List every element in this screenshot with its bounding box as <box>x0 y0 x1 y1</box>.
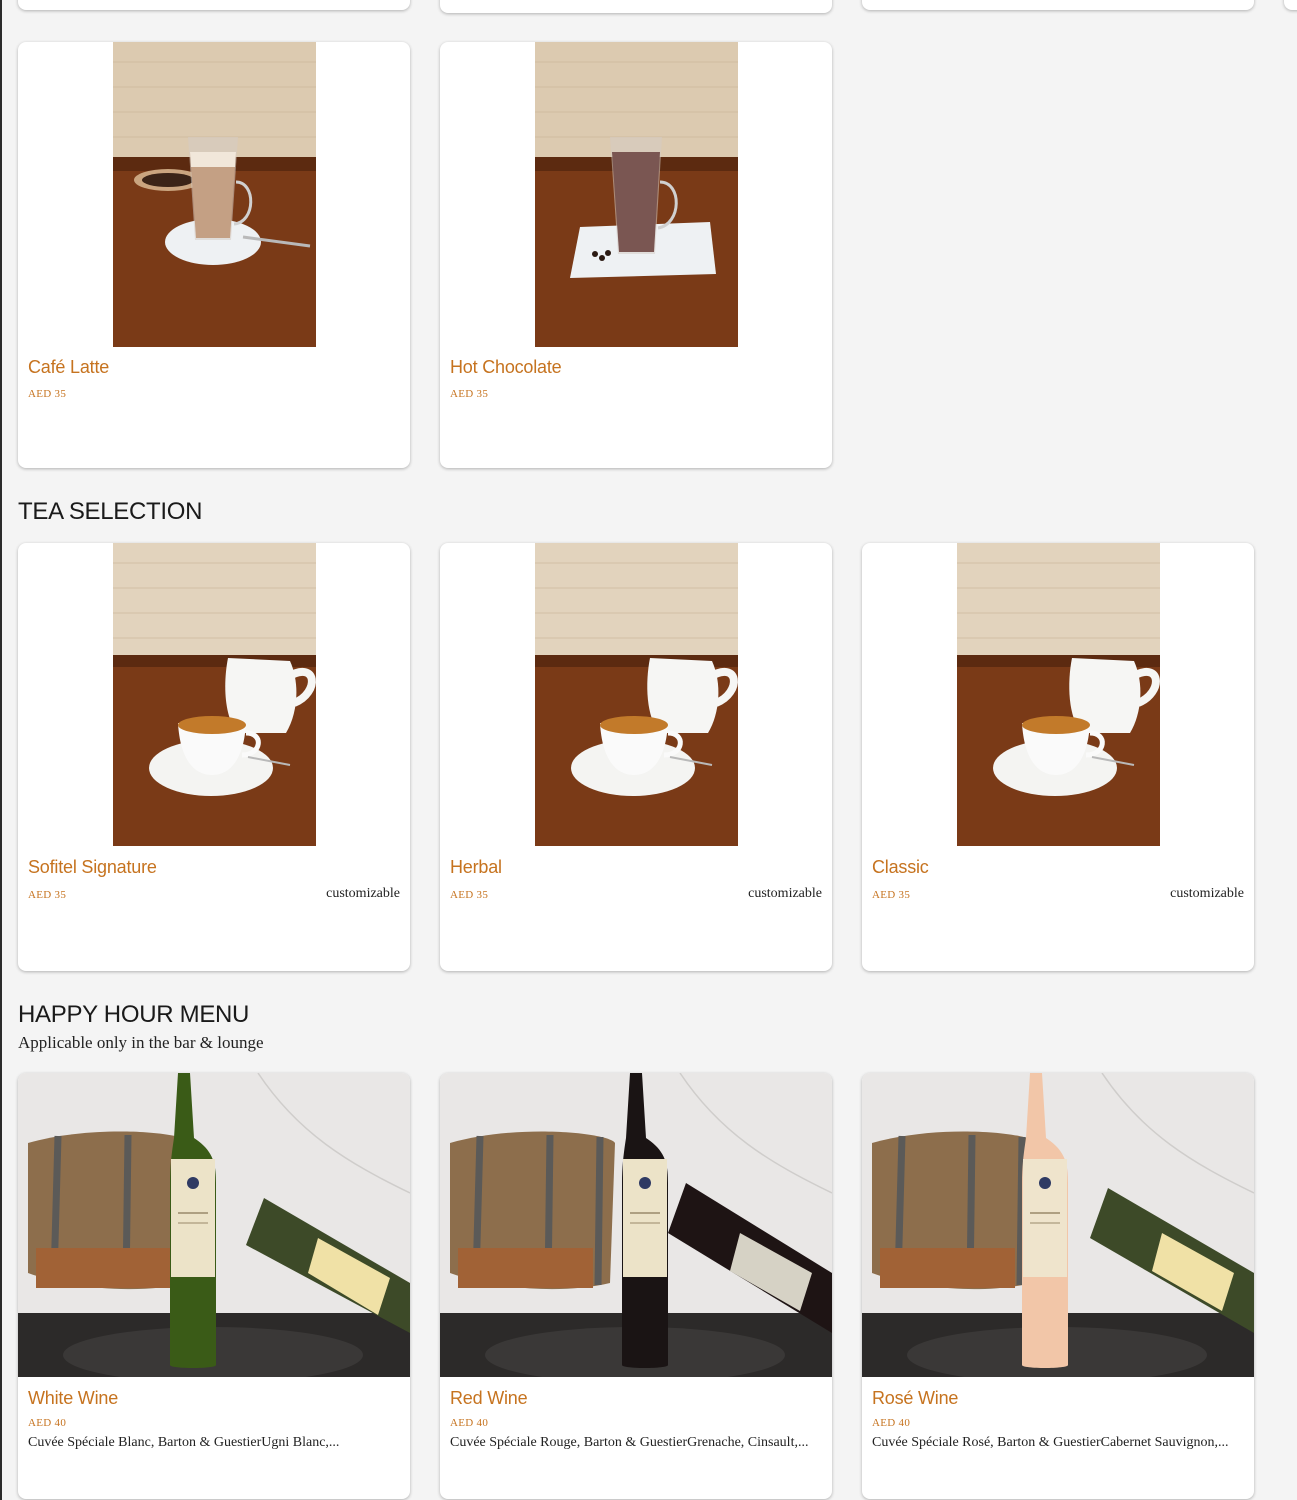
customizable-label: customizable <box>748 886 822 901</box>
section-title-tea-selection: TEA SELECTION <box>18 498 203 525</box>
menu-item-cafe-latte[interactable]: Café Latte AED 35 <box>18 42 410 468</box>
rose-wine-bottle-photo <box>862 1073 1254 1377</box>
tea-cup-photo <box>113 543 316 846</box>
item-price: AED 35 <box>450 889 489 901</box>
menu-item-sofitel-signature[interactable]: Sofitel Signature AED 35 customizable <box>18 543 410 971</box>
white-wine-bottle-photo <box>18 1073 410 1377</box>
item-name: Café Latte <box>28 357 110 377</box>
menu-item-classic[interactable]: Classic AED 35 customizable <box>862 543 1254 971</box>
item-price: AED 40 <box>450 1417 489 1429</box>
item-price: AED 35 <box>872 889 911 901</box>
menu-item-herbal[interactable]: Herbal AED 35 customizable <box>440 543 832 971</box>
customizable-label: customizable <box>1170 886 1244 901</box>
item-name: Herbal <box>450 857 502 877</box>
item-price: AED 40 <box>28 1417 67 1429</box>
tea-cup-photo <box>957 543 1160 846</box>
menu-item-card-partial[interactable] <box>440 0 832 13</box>
item-name: Sofitel Signature <box>28 857 157 877</box>
section-title-happy-hour: HAPPY HOUR MENU <box>18 1001 250 1028</box>
customizable-label: customizable <box>326 886 400 901</box>
item-description: Cuvée Spéciale Blanc, Barton & GuestierU… <box>28 1435 340 1450</box>
hot-chocolate-glass-photo <box>535 42 738 347</box>
menu-item-card-partial[interactable] <box>18 0 410 10</box>
item-price: AED 40 <box>872 1417 911 1429</box>
item-name: Rosé Wine <box>872 1388 959 1408</box>
menu-item-red-wine[interactable]: Red Wine AED 40 Cuvée Spéciale Rouge, Ba… <box>440 1073 832 1499</box>
item-price: AED 35 <box>450 388 489 400</box>
item-name: White Wine <box>28 1388 119 1408</box>
item-description: Cuvée Spéciale Rouge, Barton & GuestierG… <box>450 1435 809 1450</box>
menu-item-hot-chocolate[interactable]: Hot Chocolate AED 35 <box>440 42 832 468</box>
red-wine-bottle-photo <box>440 1073 832 1377</box>
item-name: Classic <box>872 857 929 877</box>
item-price: AED 35 <box>28 388 67 400</box>
item-price: AED 35 <box>28 889 67 901</box>
menu-item-card-partial[interactable] <box>862 0 1254 10</box>
menu-item-rose-wine[interactable]: Rosé Wine AED 40 Cuvée Spéciale Rosé, Ba… <box>862 1073 1254 1499</box>
menu-item-card-partial[interactable] <box>1284 0 1297 10</box>
menu-item-white-wine[interactable]: White Wine AED 40 Cuvée Spéciale Blanc, … <box>18 1073 410 1499</box>
latte-glass-photo <box>113 42 316 347</box>
item-name: Red Wine <box>450 1388 528 1408</box>
item-name: Hot Chocolate <box>450 357 562 377</box>
section-subtitle: Applicable only in the bar & lounge <box>18 1033 264 1052</box>
tea-cup-photo <box>535 543 738 846</box>
item-description: Cuvée Spéciale Rosé, Barton & GuestierCa… <box>872 1435 1229 1450</box>
